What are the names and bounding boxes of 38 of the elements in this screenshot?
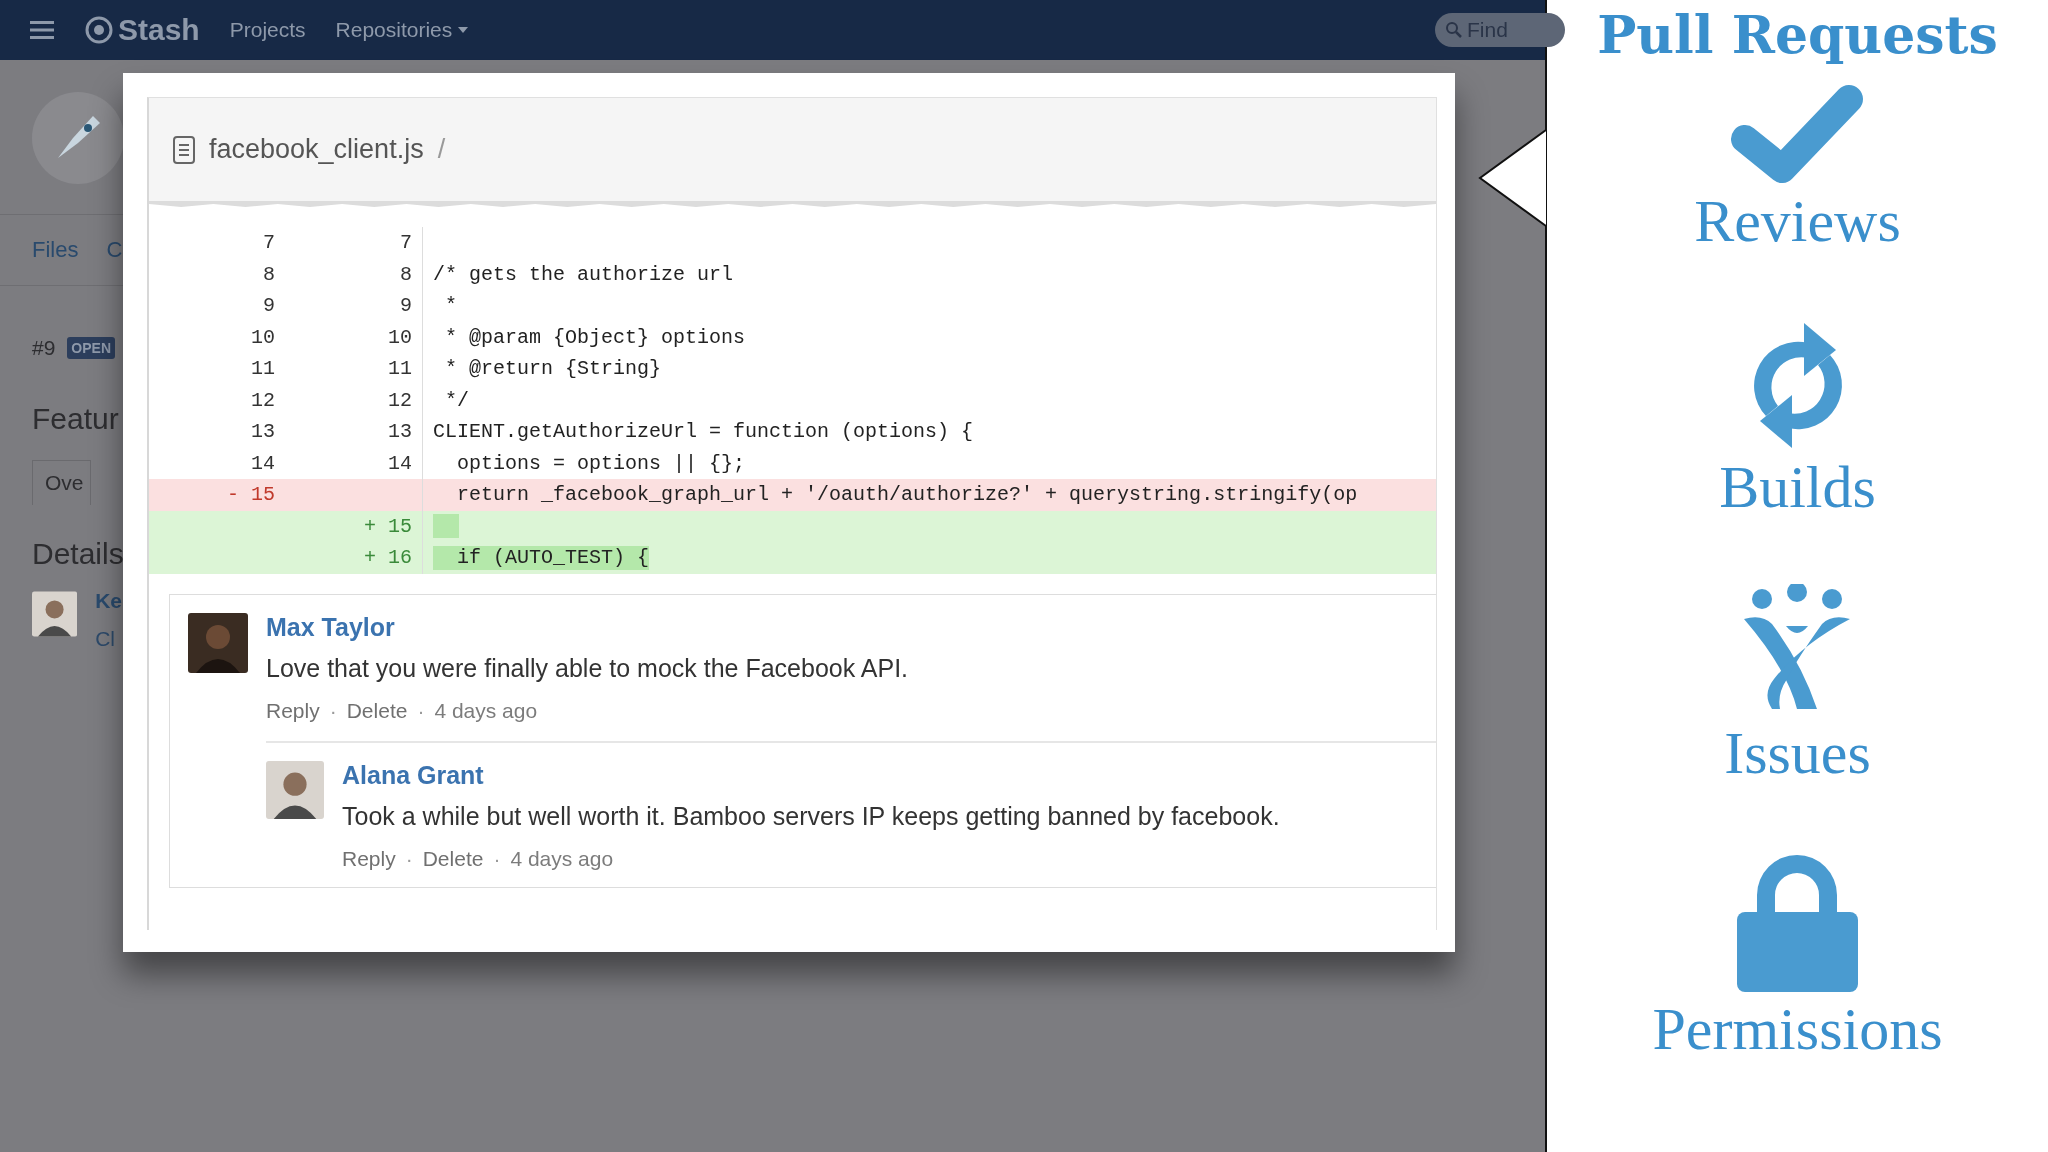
status-badge: OPEN xyxy=(67,337,116,359)
comment-text: Took a while but well worth it. Bamboo servers IP keeps getting banned by facebook. xyxy=(342,801,1281,831)
comment-action-link[interactable]: Reply xyxy=(266,698,320,723)
avatar xyxy=(266,760,324,819)
caret-icon xyxy=(458,27,469,33)
brand-name[interactable]: Stash xyxy=(118,13,200,47)
logo-icon xyxy=(84,15,114,45)
comment-author[interactable]: Alana Grant xyxy=(342,760,1436,790)
comment-text: Love that you were finally able to mock the Facebook API. xyxy=(266,653,910,683)
comment-action-link[interactable]: Reply xyxy=(342,846,396,871)
separator-dot: · xyxy=(493,846,501,871)
comment-author[interactable]: Max Taylor xyxy=(266,612,1436,642)
comment-time: 4 days ago xyxy=(510,846,614,871)
separator-dot: · xyxy=(405,846,413,871)
comment-action-link[interactable]: Delete xyxy=(422,846,484,871)
file-name[interactable]: facebook_client.js xyxy=(209,134,424,165)
overview-tab[interactable]: Ove xyxy=(32,460,91,505)
feature-label: Issues xyxy=(1724,719,1871,788)
file-icon xyxy=(173,135,195,164)
comment-action-link[interactable]: Delete xyxy=(346,698,408,723)
panel-title: Pull Requests xyxy=(1597,4,1998,65)
separator-dot: · xyxy=(329,698,337,723)
search-icon xyxy=(1445,21,1463,39)
reviewer-detail: Cl xyxy=(95,627,116,651)
pull-request-number: #9 xyxy=(32,336,56,360)
nav-link[interactable]: Projects xyxy=(229,18,306,42)
menu-icon[interactable] xyxy=(30,20,54,40)
feature-label: Reviews xyxy=(1694,187,1901,256)
pull-request-title: Featur xyxy=(32,402,120,436)
comment-time: 4 days ago xyxy=(434,698,538,723)
feature-label: Permissions xyxy=(1652,995,1943,1064)
avatar xyxy=(188,612,248,673)
separator-dot: · xyxy=(417,698,425,723)
avatar xyxy=(32,589,78,639)
nav-link[interactable]: Repositories xyxy=(335,18,469,42)
section-title: Details xyxy=(32,537,122,571)
path-separator: / xyxy=(437,134,446,165)
feature-label: Builds xyxy=(1719,453,1876,522)
